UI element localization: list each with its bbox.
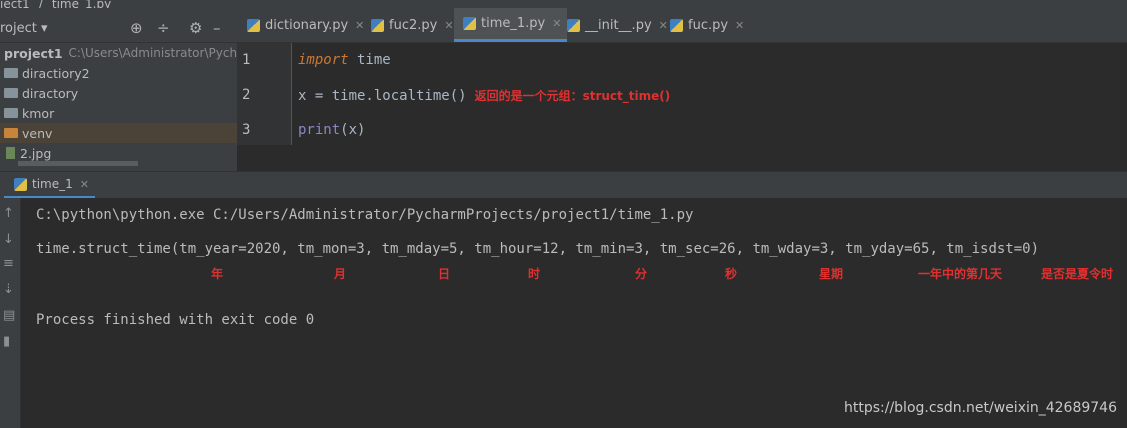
editor-tabs: dictionary.py ✕ fuc2.py ✕ time_1.py ✕ __ini… [237,8,1127,43]
annotation-second: 秒 [725,267,738,281]
tab-dictionary[interactable]: dictionary.py ✕ [247,8,364,42]
horizontal-scrollbar[interactable] [18,161,138,166]
python-run-icon [14,177,27,191]
annotation-isdst: 是否是夏令时 [1041,267,1114,281]
annotation-weekday: 星期 [819,267,844,281]
run-side-toolbar: ↑ ↓ ≡ ⇣ ▤ ▮ [0,198,21,428]
scroll-to-end-icon[interactable]: ⇣ [3,282,14,297]
line-gutter: 1 2 3 [237,43,292,145]
code-line-2: x = time.localtime() 返回的是一个元组：struct_time… [298,88,671,104]
tree-root[interactable]: project1 C:\Users\Administrator\Pycharm [0,43,237,63]
annotation-minute: 分 [635,267,648,281]
python-file-icon [247,18,260,32]
code-line-1: import time [298,52,391,68]
python-file-icon [567,18,580,32]
minimize-icon[interactable]: – [213,19,221,37]
console-command: C:\python\python.exe C:/Users/Administra… [36,207,694,223]
breadcrumb: ject1 / time_1.py [0,0,1127,8]
collapse-icon[interactable]: ÷ [157,19,170,37]
line-number: 2 [242,87,251,103]
folder-icon [4,68,18,78]
soft-wrap-icon[interactable]: ≡ [3,256,14,271]
close-icon[interactable]: ✕ [355,19,364,32]
editor-empty-area [237,145,1127,171]
python-file-icon [670,18,683,32]
close-icon[interactable]: ✕ [659,19,668,32]
project-view-selector[interactable]: roject ▾ [0,21,48,36]
tree-item-venv[interactable]: venv [0,123,237,143]
tree-item-diractiory2[interactable]: diractiory2 [0,63,237,83]
code-line-3: print(x) [298,122,366,138]
watermark: https://blog.csdn.net/weixin_42689746 [843,400,1117,416]
close-icon[interactable]: ✕ [735,19,744,32]
run-tab-time-1[interactable]: time_1 ✕ [4,172,95,199]
breadcrumb-project[interactable]: ject1 [0,0,30,8]
annotation-hour: 时 [528,267,541,281]
folder-icon [4,108,18,118]
project-tree: project1 C:\Users\Administrator\Pycharm … [0,43,237,171]
project-panel-header: roject ▾ ⊕ ÷ ⚙ – [0,8,237,43]
run-console[interactable]: C:\python\python.exe C:/Users/Administra… [21,198,1127,428]
annotation-month: 月 [334,267,347,281]
tab-time-1[interactable]: time_1.py ✕ [454,8,568,42]
excluded-folder-icon [4,128,18,138]
close-icon[interactable]: ✕ [444,19,453,32]
close-icon[interactable]: ✕ [80,178,89,191]
code-editor[interactable]: import time x = time.localtime() 返回的是一个元组… [292,43,1127,145]
annotation-day: 日 [438,267,451,281]
python-file-icon [463,17,476,30]
line-number: 1 [242,52,251,68]
code-annotation: 返回的是一个元组：struct_time() [474,89,671,103]
tree-item-diractory[interactable]: diractory [0,83,237,103]
breadcrumb-file[interactable]: time_1.py [52,0,111,8]
gear-icon[interactable]: ⚙ [189,19,202,37]
tab-fuc2[interactable]: fuc2.py ✕ [371,8,454,42]
run-tool-window-header: time_1 ✕ [0,171,1127,199]
annotation-yday: 一年中的第几天 [918,267,1003,281]
tree-item-2jpg[interactable]: 2.jpg [0,143,237,163]
annotation-year: 年 [211,267,224,281]
console-exit-message: Process finished with exit code 0 [36,312,315,328]
tree-item-kmor[interactable]: kmor [0,103,237,123]
image-file-icon [6,147,15,159]
tab-fuc[interactable]: fuc.py ✕ [670,8,744,42]
line-number: 3 [242,122,251,138]
target-icon[interactable]: ⊕ [130,19,143,37]
python-file-icon [371,18,384,32]
tab-init[interactable]: __init__.py ✕ [567,8,668,42]
arrow-down-icon[interactable]: ↓ [3,232,14,247]
arrow-up-icon[interactable]: ↑ [3,206,14,221]
folder-icon [4,88,18,98]
close-icon[interactable]: ✕ [552,17,561,30]
console-output: time.struct_time(tm_year=2020, tm_mon=3,… [36,241,1040,257]
print-icon[interactable]: ▤ [3,308,15,323]
trash-icon[interactable]: ▮ [3,334,10,349]
